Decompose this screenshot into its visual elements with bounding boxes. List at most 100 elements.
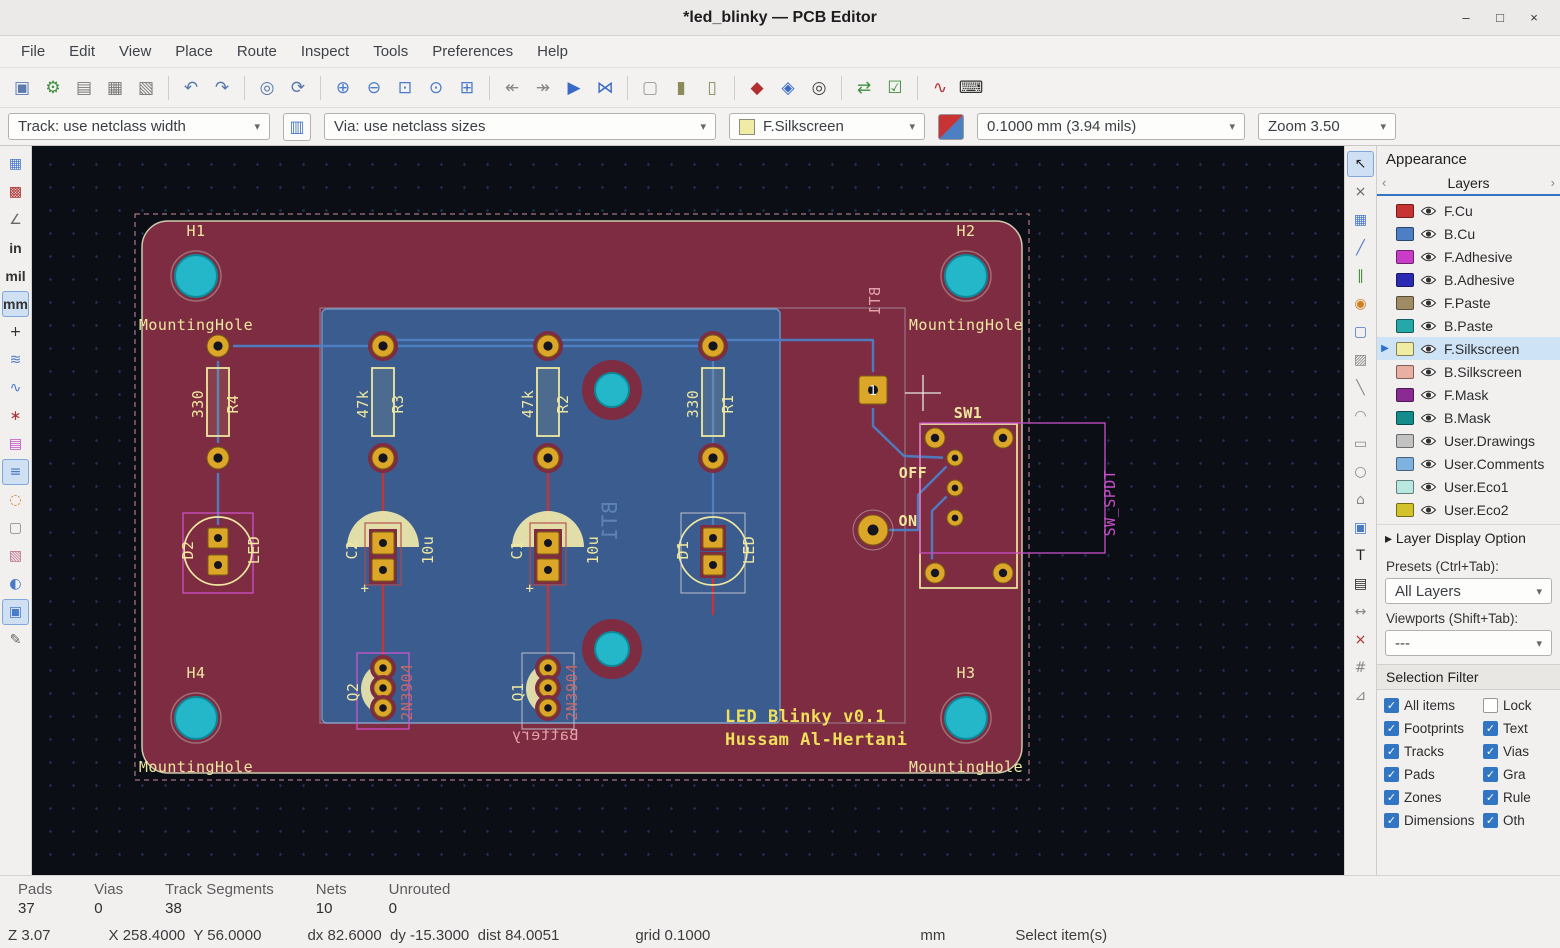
layer-color-swatch[interactable] xyxy=(1396,318,1414,333)
visibility-eye-icon[interactable] xyxy=(1420,435,1438,447)
visibility-eye-icon[interactable] xyxy=(1420,504,1438,516)
mirror-view-button[interactable]: ⋈ xyxy=(591,74,619,102)
update-pcb-button[interactable]: ⇄ xyxy=(850,74,878,102)
checkbox[interactable]: ✓ xyxy=(1483,790,1498,805)
bt1-pad2[interactable] xyxy=(852,509,894,551)
layer-color-swatch[interactable] xyxy=(1396,410,1414,425)
grid-settings-button[interactable]: ▩ xyxy=(2,179,29,205)
sketch-vias-button[interactable]: ◌ xyxy=(2,487,29,513)
zone-tool[interactable]: ▢ xyxy=(1347,319,1374,345)
polygon-tool[interactable]: ⌂ xyxy=(1347,487,1374,513)
layer-color-swatch[interactable] xyxy=(1396,249,1414,264)
mounting-hole-h1[interactable] xyxy=(170,250,222,302)
layer-pair-button[interactable] xyxy=(938,113,964,140)
visibility-eye-icon[interactable] xyxy=(1420,205,1438,217)
sketch-tracks-button[interactable]: ≡ xyxy=(2,459,29,485)
filter-lock[interactable]: Lock xyxy=(1483,698,1553,713)
filter-dimensions[interactable]: ✓ Dimensions xyxy=(1384,813,1481,828)
layer-row-user-eco2[interactable]: User.Eco2 xyxy=(1377,498,1560,521)
grid-visibility-button[interactable]: ▦ xyxy=(2,151,29,177)
drc-button[interactable]: ☑ xyxy=(881,74,909,102)
filter-all-items[interactable]: ✓ All items xyxy=(1384,698,1481,713)
visibility-eye-icon[interactable] xyxy=(1420,320,1438,332)
layer-row-b-cu[interactable]: B.Cu xyxy=(1377,222,1560,245)
layer-row-user-drawings[interactable]: User.Drawings xyxy=(1377,429,1560,452)
grid-origin-tool[interactable]: # xyxy=(1347,655,1374,681)
units-inches-button[interactable]: in xyxy=(2,235,29,261)
menu-inspect[interactable]: Inspect xyxy=(290,38,360,65)
menu-file[interactable]: File xyxy=(10,38,56,65)
polar-coords-button[interactable]: ∠ xyxy=(2,207,29,233)
filter-zones[interactable]: ✓ Zones xyxy=(1384,790,1481,805)
filter-tracks[interactable]: ✓ Tracks xyxy=(1384,744,1481,759)
checkbox[interactable]: ✓ xyxy=(1384,767,1399,782)
layer-row-b-paste[interactable]: B.Paste xyxy=(1377,314,1560,337)
track-width-select[interactable]: Track: use netclass width ▾ xyxy=(8,113,270,140)
route-track-tool[interactable]: ╱ xyxy=(1347,235,1374,261)
zoom-out-button[interactable]: ⊖ xyxy=(360,74,388,102)
textbox-tool[interactable]: ▤ xyxy=(1347,571,1374,597)
checkbox[interactable]: ✓ xyxy=(1384,744,1399,759)
layer-row-f-paste[interactable]: F.Paste xyxy=(1377,291,1560,314)
save-button[interactable]: ▣ xyxy=(8,74,36,102)
filter-oth[interactable]: ✓ Oth xyxy=(1483,813,1553,828)
layer-row-f-cu[interactable]: F.Cu xyxy=(1377,199,1560,222)
checkbox[interactable]: ✓ xyxy=(1483,767,1498,782)
find-button[interactable]: ◎ xyxy=(253,74,281,102)
checkbox[interactable] xyxy=(1483,698,1498,713)
drill-origin-button[interactable]: ◎ xyxy=(805,74,833,102)
plot-button[interactable]: ▧ xyxy=(132,74,160,102)
layer-row-user-comments[interactable]: User.Comments xyxy=(1377,452,1560,475)
ratsnest-visibility-button[interactable]: ≋ xyxy=(2,347,29,373)
text-tool[interactable]: T xyxy=(1347,543,1374,569)
circle-tool[interactable]: ○ xyxy=(1347,459,1374,485)
visibility-eye-icon[interactable] xyxy=(1420,251,1438,263)
scripting-console-button[interactable]: ⌨ xyxy=(957,74,985,102)
dimension-tool[interactable]: ↔ xyxy=(1347,599,1374,625)
layer-color-swatch[interactable] xyxy=(1396,203,1414,218)
visibility-eye-icon[interactable] xyxy=(1420,458,1438,470)
sketch-pads-button[interactable]: ▢ xyxy=(2,515,29,541)
footprint-editor-button[interactable]: ◆ xyxy=(743,74,771,102)
group-button[interactable]: ▢ xyxy=(636,74,664,102)
zoom-selection-button[interactable]: ⊞ xyxy=(453,74,481,102)
units-mm-button[interactable]: mm xyxy=(2,291,29,317)
checkbox[interactable]: ✓ xyxy=(1483,744,1498,759)
filter-rule[interactable]: ✓ Rule xyxy=(1483,790,1553,805)
page-settings-button[interactable]: ▤ xyxy=(70,74,98,102)
visibility-eye-icon[interactable] xyxy=(1420,343,1438,355)
layer-row-user-eco1[interactable]: User.Eco1 xyxy=(1377,475,1560,498)
layer-display-options[interactable]: ▸ Layer Display Option xyxy=(1377,524,1560,552)
checkbox[interactable]: ✓ xyxy=(1384,698,1399,713)
menu-place[interactable]: Place xyxy=(164,38,224,65)
via-size-select[interactable]: Via: use netclass sizes ▾ xyxy=(324,113,716,140)
presets-select[interactable]: All Layers ▾ xyxy=(1385,578,1552,604)
refresh-button[interactable]: ⟳ xyxy=(284,74,312,102)
filter-footprints[interactable]: ✓ Footprints xyxy=(1384,721,1481,736)
menu-help[interactable]: Help xyxy=(526,38,579,65)
layer-row-f-silkscreen[interactable]: ▶ F.Silkscreen xyxy=(1377,337,1560,360)
viewports-select[interactable]: --- ▾ xyxy=(1385,630,1552,656)
layer-color-swatch[interactable] xyxy=(1396,456,1414,471)
maximize-button[interactable]: □ xyxy=(1486,7,1514,29)
menu-view[interactable]: View xyxy=(108,38,162,65)
filter-pads[interactable]: ✓ Pads xyxy=(1384,767,1481,782)
menu-preferences[interactable]: Preferences xyxy=(421,38,524,65)
layer-row-f-mask[interactable]: F.Mask xyxy=(1377,383,1560,406)
menu-route[interactable]: Route xyxy=(226,38,288,65)
mounting-hole-h2[interactable] xyxy=(940,250,992,302)
layer-row-b-mask[interactable]: B.Mask xyxy=(1377,406,1560,429)
arc-tool[interactable]: ◠ xyxy=(1347,403,1374,429)
properties-panel-button[interactable]: ✎ xyxy=(2,627,29,653)
zoom-select[interactable]: Zoom 3.50 ▾ xyxy=(1258,113,1396,140)
track-via-properties-button[interactable]: ▥ xyxy=(283,112,311,141)
via-tool[interactable]: ◉ xyxy=(1347,291,1374,317)
line-tool[interactable]: ╲ xyxy=(1347,375,1374,401)
visibility-eye-icon[interactable] xyxy=(1420,412,1438,424)
layer-color-swatch[interactable] xyxy=(1396,226,1414,241)
highlight-nets-button[interactable]: ∗ xyxy=(2,403,29,429)
layer-color-swatch[interactable] xyxy=(1396,341,1414,356)
rectangle-tool[interactable]: ▭ xyxy=(1347,431,1374,457)
layer-color-swatch[interactable] xyxy=(1396,479,1414,494)
layer-row-f-adhesive[interactable]: F.Adhesive xyxy=(1377,245,1560,268)
